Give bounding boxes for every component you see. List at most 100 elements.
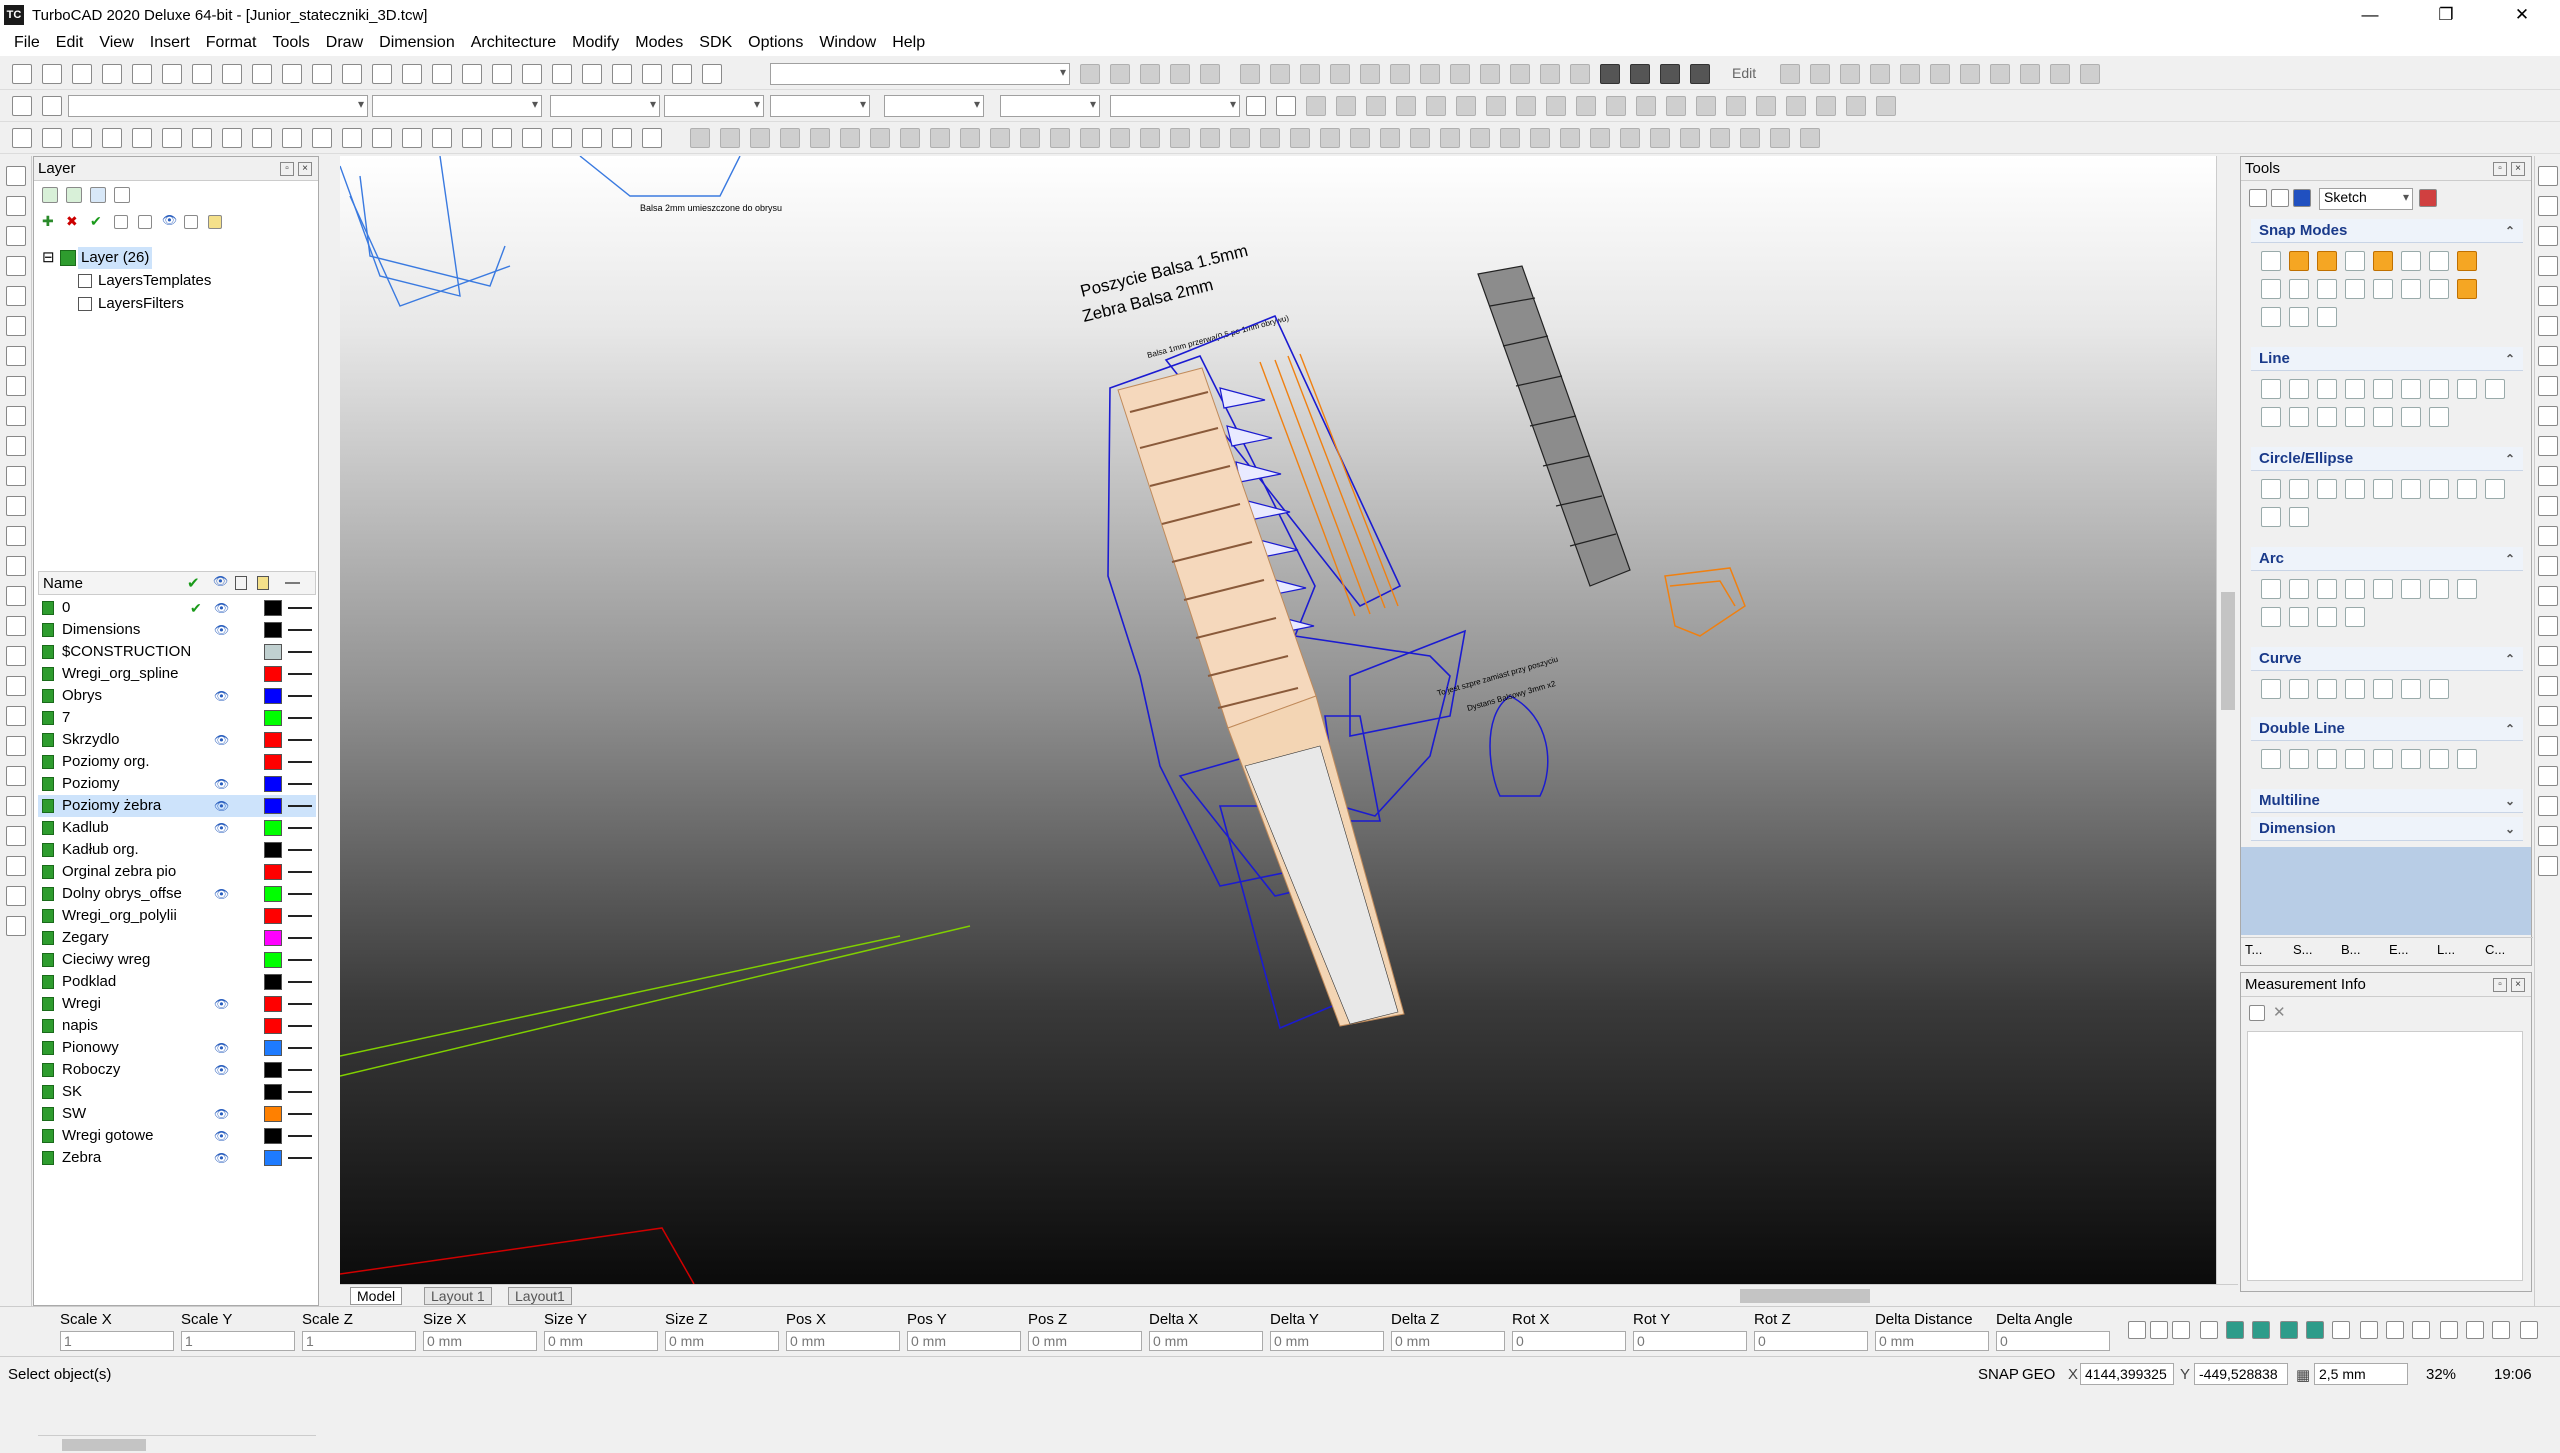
visible-eye-icon[interactable]: 👁 bbox=[214, 817, 229, 839]
layer-linestyle[interactable] bbox=[288, 739, 312, 741]
tb1-tool-icon[interactable] bbox=[1450, 64, 1470, 84]
tb2-tool-icon[interactable] bbox=[1846, 96, 1866, 116]
tb2-tool-icon[interactable] bbox=[1546, 96, 1566, 116]
side-tool-icon[interactable] bbox=[2538, 196, 2558, 216]
layer-linestyle[interactable] bbox=[288, 607, 312, 609]
h-scroll-thumb[interactable] bbox=[1740, 1289, 1870, 1303]
visible-eye-icon[interactable]: 👁 bbox=[214, 1059, 229, 1081]
visible-eye-icon[interactable]: 👁 bbox=[214, 1103, 229, 1125]
tool-icon[interactable] bbox=[2429, 279, 2449, 299]
visible-eye-icon[interactable]: 👁 bbox=[214, 1125, 229, 1147]
layer-filter-icon[interactable] bbox=[90, 187, 106, 203]
layer-row[interactable]: $CONSTRUCTION bbox=[38, 641, 316, 663]
current-layer-icon[interactable]: ✔ bbox=[190, 597, 202, 619]
tb3-tool-icon[interactable] bbox=[1200, 128, 1220, 148]
tb1-tool-icon[interactable] bbox=[1200, 64, 1220, 84]
tb3-tool-icon[interactable] bbox=[342, 128, 362, 148]
lock-icon[interactable] bbox=[184, 215, 198, 229]
layer-linestyle[interactable] bbox=[288, 915, 312, 917]
side-tool-icon[interactable] bbox=[2538, 376, 2558, 396]
tb1-tool-icon[interactable] bbox=[342, 64, 362, 84]
tool-icon[interactable] bbox=[2345, 251, 2365, 271]
tb1-tool-icon[interactable] bbox=[1300, 64, 1320, 84]
layer-linestyle[interactable] bbox=[288, 893, 312, 895]
visible-eye-icon[interactable]: 👁 bbox=[214, 597, 229, 619]
tab-layout-1[interactable]: Layout 1 bbox=[424, 1287, 492, 1305]
tb2-tool-icon[interactable] bbox=[1666, 96, 1686, 116]
column-current-icon[interactable]: ✔ bbox=[187, 574, 200, 592]
property-combo[interactable] bbox=[1000, 95, 1100, 117]
layer-linestyle[interactable] bbox=[288, 1025, 312, 1027]
layer-color-swatch[interactable] bbox=[264, 622, 282, 638]
layer-linestyle[interactable] bbox=[288, 937, 312, 939]
tool-icon[interactable] bbox=[2289, 379, 2309, 399]
layer-color-swatch[interactable] bbox=[264, 600, 282, 616]
tool-icon[interactable] bbox=[2261, 749, 2281, 769]
tb1-tool-icon[interactable] bbox=[1600, 64, 1620, 84]
tb1-tool-icon[interactable] bbox=[2050, 64, 2070, 84]
tool-icon[interactable] bbox=[2401, 679, 2421, 699]
side-tool-icon[interactable] bbox=[2538, 436, 2558, 456]
coord-tool-icon[interactable] bbox=[2466, 1321, 2484, 1339]
property-combo[interactable] bbox=[68, 95, 368, 117]
tool-icon[interactable] bbox=[2317, 679, 2337, 699]
tree-expander[interactable]: ⊟ bbox=[42, 247, 55, 269]
coord-input[interactable]: 0 mm bbox=[1875, 1331, 1989, 1351]
coord-tool-icon[interactable] bbox=[2252, 1321, 2270, 1339]
column-lock-icon[interactable] bbox=[235, 576, 247, 590]
tb3-tool-icon[interactable] bbox=[162, 128, 182, 148]
tool-icon[interactable] bbox=[2429, 407, 2449, 427]
menu-help[interactable]: Help bbox=[892, 34, 925, 52]
tool-icon[interactable] bbox=[2373, 679, 2393, 699]
draw-tool-icon[interactable] bbox=[6, 856, 26, 876]
layer-row[interactable]: SW 👁 bbox=[38, 1103, 316, 1125]
tool-icon[interactable] bbox=[2289, 479, 2309, 499]
tool-icon[interactable] bbox=[2317, 307, 2337, 327]
tb3-tool-icon[interactable] bbox=[462, 128, 482, 148]
tb3-tool-icon[interactable] bbox=[402, 128, 422, 148]
layer-color-swatch[interactable] bbox=[264, 820, 282, 836]
layer-color-swatch[interactable] bbox=[264, 754, 282, 770]
tb3-tool-icon[interactable] bbox=[132, 128, 152, 148]
tool-icon[interactable] bbox=[2401, 579, 2421, 599]
tb3-tool-icon[interactable] bbox=[870, 128, 890, 148]
tool-icon[interactable] bbox=[2317, 749, 2337, 769]
tb3-tool-icon[interactable] bbox=[1260, 128, 1280, 148]
tb3-tool-icon[interactable] bbox=[42, 128, 62, 148]
tool-icon[interactable] bbox=[2401, 279, 2421, 299]
tb2-tool-icon[interactable] bbox=[12, 96, 32, 116]
layer-linestyle[interactable] bbox=[288, 981, 312, 983]
panel-close-icon[interactable]: × bbox=[2511, 162, 2525, 176]
side-tool-icon[interactable] bbox=[2538, 496, 2558, 516]
tb3-tool-icon[interactable] bbox=[1170, 128, 1190, 148]
tab-c[interactable]: C... bbox=[2485, 942, 2505, 957]
column-name[interactable]: Name bbox=[43, 575, 83, 592]
layer-row[interactable]: SK bbox=[38, 1081, 316, 1103]
tool-icon[interactable] bbox=[2345, 407, 2365, 427]
visibility-icon[interactable]: 👁 bbox=[162, 213, 177, 227]
layer-row[interactable]: Dimensions 👁 bbox=[38, 619, 316, 641]
tool-icon[interactable] bbox=[2373, 251, 2393, 271]
draw-tool-icon[interactable] bbox=[6, 766, 26, 786]
panel-close-icon[interactable]: × bbox=[2511, 978, 2525, 992]
layer-linestyle[interactable] bbox=[288, 871, 312, 873]
tb3-tool-icon[interactable] bbox=[1140, 128, 1160, 148]
palette-icon[interactable] bbox=[2419, 189, 2437, 207]
menu-window[interactable]: Window bbox=[819, 34, 876, 52]
tb2-tool-icon[interactable] bbox=[1876, 96, 1896, 116]
tb2-tool-icon[interactable] bbox=[1426, 96, 1446, 116]
layer-linestyle[interactable] bbox=[288, 1091, 312, 1093]
tb3-tool-icon[interactable] bbox=[642, 128, 662, 148]
tool-icon[interactable] bbox=[2373, 579, 2393, 599]
layer-row[interactable]: Podklad bbox=[38, 971, 316, 993]
delete-layer-icon[interactable]: ✖ bbox=[66, 213, 78, 230]
coord-tool-icon[interactable] bbox=[2492, 1321, 2510, 1339]
tool-icon[interactable] bbox=[2289, 679, 2309, 699]
tb1-tool-icon[interactable] bbox=[312, 64, 332, 84]
tool-icon[interactable] bbox=[2345, 607, 2365, 627]
tb1-tool-icon[interactable] bbox=[612, 64, 632, 84]
tree-item-layers[interactable]: Layer (26) bbox=[78, 247, 153, 269]
tb1-tool-icon[interactable] bbox=[1900, 64, 1920, 84]
coord-input[interactable]: 0 bbox=[1754, 1331, 1868, 1351]
draw-tool-icon[interactable] bbox=[6, 646, 26, 666]
